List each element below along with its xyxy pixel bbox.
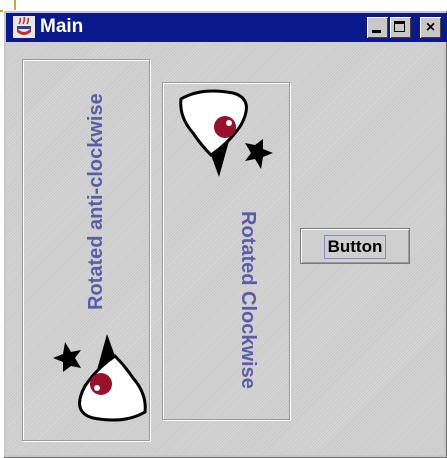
maximize-button[interactable] xyxy=(390,17,411,38)
push-button[interactable]: Button xyxy=(300,228,410,264)
content-pane: Rotated anti-clockwise Rotated Clockwise… xyxy=(6,42,444,455)
anticlockwise-label: Rotated anti-clockwise xyxy=(85,93,107,310)
maximize-icon xyxy=(394,21,405,32)
minimize-icon xyxy=(372,30,381,33)
minimize-button[interactable] xyxy=(367,17,388,38)
duke-mascot-icon xyxy=(179,89,273,177)
duke-mascot-icon xyxy=(53,334,147,422)
main-window: Main × Rotated anti-clockwise Rotated Cl… xyxy=(3,10,447,458)
close-icon: × xyxy=(425,19,436,36)
rotated-anticlockwise-panel: Rotated anti-clockwise xyxy=(22,59,150,441)
title-bar[interactable]: Main × xyxy=(6,13,447,42)
button-label: Button xyxy=(323,235,387,259)
window-title: Main xyxy=(40,16,84,37)
close-button[interactable]: × xyxy=(420,17,441,38)
java-app-icon xyxy=(13,16,35,38)
clockwise-label: Rotated Clockwise xyxy=(237,211,259,389)
rotated-clockwise-panel: Rotated Clockwise xyxy=(162,82,290,420)
